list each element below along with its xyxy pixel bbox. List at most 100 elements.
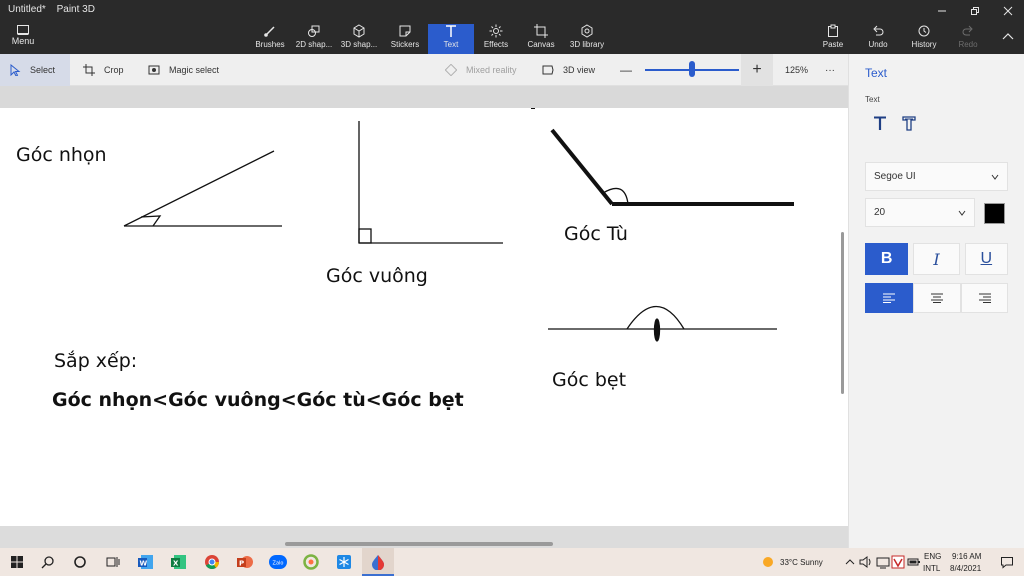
tool-stickers[interactable]: Stickers <box>388 24 422 54</box>
collapse-ribbon-button[interactable] <box>1000 28 1016 44</box>
horizontal-scrollbar[interactable] <box>285 542 553 546</box>
cortana-button[interactable] <box>70 552 90 572</box>
angle-drawings <box>123 108 794 342</box>
3d-view-icon <box>541 63 555 77</box>
plain-text-icon <box>874 116 886 130</box>
text-color-swatch[interactable] <box>984 203 1005 224</box>
weather-text[interactable]: 33°C Sunny <box>780 558 823 567</box>
tool-label: 3D shap... <box>340 40 378 49</box>
excel-app[interactable]: X <box>169 552 189 572</box>
zalo-label: Zalo <box>273 561 284 567</box>
windows-taskbar: W X P Zalo 33°C Sunny ENG INTL 9:16 AM 8… <box>0 548 1024 576</box>
history-button[interactable]: History <box>908 24 940 54</box>
label-right-angle[interactable]: Góc vuông <box>326 265 428 287</box>
3d-text-button[interactable] <box>898 112 920 134</box>
tool-text[interactable]: Text <box>428 24 474 54</box>
zoom-level-text: 125% <box>785 65 809 75</box>
paste-button[interactable]: Paste <box>820 24 846 54</box>
magic-select-tool[interactable]: Magic select <box>147 54 219 86</box>
tool-label: 3D library <box>569 40 605 49</box>
task-view-button[interactable] <box>103 552 123 572</box>
paint3d-app[interactable] <box>368 552 388 572</box>
align-right-button[interactable] <box>961 283 1008 313</box>
close-button[interactable] <box>991 0 1024 22</box>
menu-button[interactable]: Menu <box>8 24 38 52</box>
svg-text:X: X <box>173 560 179 568</box>
excel-icon: X <box>171 555 186 569</box>
close-icon <box>1003 6 1012 16</box>
redo-icon <box>961 24 975 38</box>
text-properties-panel: Text Text Segoe UI 20 B I U <box>848 54 1024 548</box>
word-app[interactable]: W <box>136 552 156 572</box>
app-name: Paint 3D <box>56 4 95 15</box>
tool-2d-shapes[interactable]: 2D shap... <box>294 24 334 54</box>
crop-tool[interactable]: Crop <box>82 54 124 86</box>
align-left-icon <box>883 293 895 303</box>
3d-view-button[interactable]: 3D view <box>541 54 595 86</box>
italic-button[interactable]: I <box>913 243 960 275</box>
stickers-icon <box>398 24 412 38</box>
font-size-dropdown[interactable]: 20 <box>865 198 975 227</box>
sort-result[interactable]: Góc nhọn<Góc vuông<Góc tù<Góc bẹt <box>52 389 464 411</box>
minimize-icon <box>937 10 946 12</box>
zoom-out-button[interactable]: — <box>620 54 632 86</box>
notifications-button[interactable] <box>997 552 1017 572</box>
keyboard-layout[interactable]: INTL <box>923 564 940 573</box>
window-title: Untitled* Paint 3D <box>8 4 95 15</box>
font-size-value: 20 <box>874 207 886 218</box>
clock-date[interactable]: 8/4/2021 <box>950 564 981 573</box>
mixed-reality-label: Mixed reality <box>466 65 517 75</box>
zalo-app[interactable]: Zalo <box>268 552 288 572</box>
battery-button[interactable] <box>904 552 924 572</box>
plain-text-button[interactable] <box>869 112 891 134</box>
coccoc-app[interactable] <box>301 552 321 572</box>
cursor-icon <box>8 63 22 77</box>
zoom-in-button[interactable]: + <box>741 54 773 86</box>
tool-canvas[interactable]: Canvas <box>525 24 557 54</box>
align-left-button[interactable] <box>865 283 913 313</box>
tool-3d-shapes[interactable]: 3D shap... <box>339 24 379 54</box>
workspace-top-margin <box>0 86 848 108</box>
chevron-down-icon <box>991 174 999 180</box>
start-button[interactable] <box>7 552 27 572</box>
language-code[interactable]: ENG <box>924 552 941 561</box>
restore-button[interactable] <box>958 0 991 22</box>
snowflake-app[interactable] <box>334 552 354 572</box>
powerpoint-app[interactable]: P <box>235 552 255 572</box>
align-center-button[interactable] <box>913 283 961 313</box>
zoom-level[interactable]: 125% <box>785 54 808 86</box>
label-straight-angle[interactable]: Góc bẹt <box>552 369 626 391</box>
chevron-down-icon <box>958 210 966 216</box>
label-acute-angle[interactable]: Góc nhọn <box>16 144 107 166</box>
select-label: Select <box>30 65 56 75</box>
chrome-app[interactable] <box>202 552 222 572</box>
tool-brushes[interactable]: Brushes <box>254 24 286 54</box>
label-obtuse-angle[interactable]: Góc Tù <box>564 223 628 245</box>
zoom-slider-thumb[interactable] <box>689 61 695 77</box>
drawing-canvas[interactable]: Góc nhọn Góc vuông Góc Tù Góc bẹt Sắp xế… <box>0 108 848 526</box>
sort-heading[interactable]: Sắp xếp: <box>54 350 137 372</box>
clock-time[interactable]: 9:16 AM <box>952 552 981 561</box>
minimize-button[interactable] <box>925 0 958 22</box>
more-options-button[interactable]: ··· <box>825 54 835 86</box>
tool-3d-library[interactable]: 3D library <box>566 24 608 54</box>
redo-button[interactable]: Redo <box>955 24 981 54</box>
bold-button[interactable]: B <box>865 243 909 275</box>
mixed-reality-button[interactable]: Mixed reality <box>444 54 517 86</box>
straight-angle-drawing <box>548 305 777 342</box>
speaker-icon <box>859 556 871 568</box>
select-tool[interactable]: Select <box>0 54 70 86</box>
history-icon <box>917 24 931 38</box>
search-button[interactable] <box>38 552 58 572</box>
underline-button[interactable]: U <box>964 243 1008 275</box>
font-family-dropdown[interactable]: Segoe UI <box>865 162 1008 191</box>
tool-effects[interactable]: Effects <box>481 24 511 54</box>
3d-view-label: 3D view <box>563 65 596 75</box>
chrome-icon <box>205 555 219 569</box>
zoom-plus-icon: + <box>752 61 762 78</box>
weather-widget[interactable] <box>758 552 778 572</box>
search-icon <box>41 556 54 569</box>
vertical-scrollbar[interactable] <box>841 232 844 394</box>
panel-title: Text <box>865 66 888 80</box>
undo-button[interactable]: Undo <box>865 24 891 54</box>
